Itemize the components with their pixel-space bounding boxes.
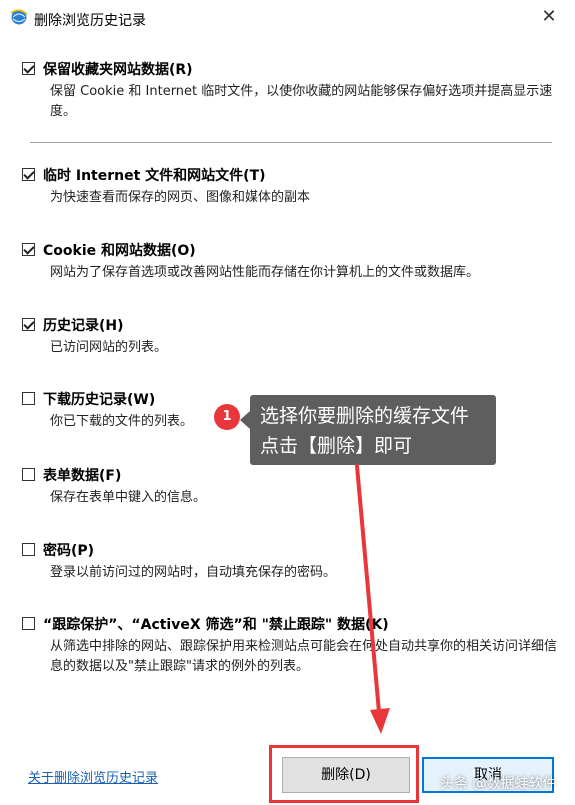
title-bar: 删除浏览历史记录 ✕ <box>0 0 575 38</box>
option-label[interactable]: 保留收藏夹网站数据(R) <box>43 59 193 79</box>
window-title: 删除浏览历史记录 <box>34 13 146 29</box>
about-delete-history-link[interactable]: 关于删除浏览历史记录 <box>28 767 158 786</box>
option-description: 保留 Cookie 和 Internet 临时文件，以使你收藏的网站能够保存偏好… <box>50 84 553 119</box>
watermark: 头条 @数据蛙软件 <box>440 776 557 792</box>
option-label[interactable]: “跟踪保护”、“ActiveX 筛选”和 "禁止跟踪" 数据(K) <box>43 614 389 634</box>
checkbox-cookies[interactable] <box>22 243 35 256</box>
option-description: 登录以前访问过的网站时，自动填充保存的密码。 <box>50 565 337 580</box>
option-label[interactable]: 临时 Internet 文件和网站文件(T) <box>43 165 266 185</box>
checkbox-history[interactable] <box>22 318 35 331</box>
divider <box>30 142 552 143</box>
option-label[interactable]: Cookie 和网站数据(O) <box>43 240 196 260</box>
delete-button[interactable]: 删除(D) <box>282 757 410 793</box>
step-badge: 1 <box>214 404 240 430</box>
option-label[interactable]: 历史记录(H) <box>43 315 124 335</box>
option-label[interactable]: 下载历史记录(W) <box>43 389 155 409</box>
option-description: 从筛选中排除的网站、跟踪保护用来检测站点可能会在何处自动共享你的相关访问详细信息… <box>50 639 558 674</box>
checkbox-tracking-protection[interactable] <box>22 617 35 630</box>
option-label[interactable]: 表单数据(F) <box>43 465 121 485</box>
instruction-callout: 选择你要删除的缓存文件 点击【删除】即可 <box>240 395 496 465</box>
option-description: 网站为了保存首选项或改善网站性能而存储在你计算机上的文件或数据库。 <box>50 265 480 280</box>
option-description: 已访问网站的列表。 <box>50 340 168 355</box>
checkbox-passwords[interactable] <box>22 543 35 556</box>
callout-line-2: 点击【删除】即可 <box>260 435 413 457</box>
checkbox-keep-favorites[interactable] <box>22 62 35 75</box>
close-icon[interactable]: ✕ <box>537 6 561 27</box>
option-description: 为快速查看而保存的网页、图像和媒体的副本 <box>50 190 311 205</box>
checkbox-download-history[interactable] <box>22 392 35 405</box>
checkbox-temp-files[interactable] <box>22 168 35 181</box>
callout-line-1: 选择你要删除的缓存文件 <box>260 405 470 427</box>
option-label[interactable]: 密码(P) <box>43 540 94 560</box>
checkbox-form-data[interactable] <box>22 468 35 481</box>
option-description: 保存在表单中键入的信息。 <box>50 490 207 505</box>
ie-globe-icon <box>10 9 28 25</box>
